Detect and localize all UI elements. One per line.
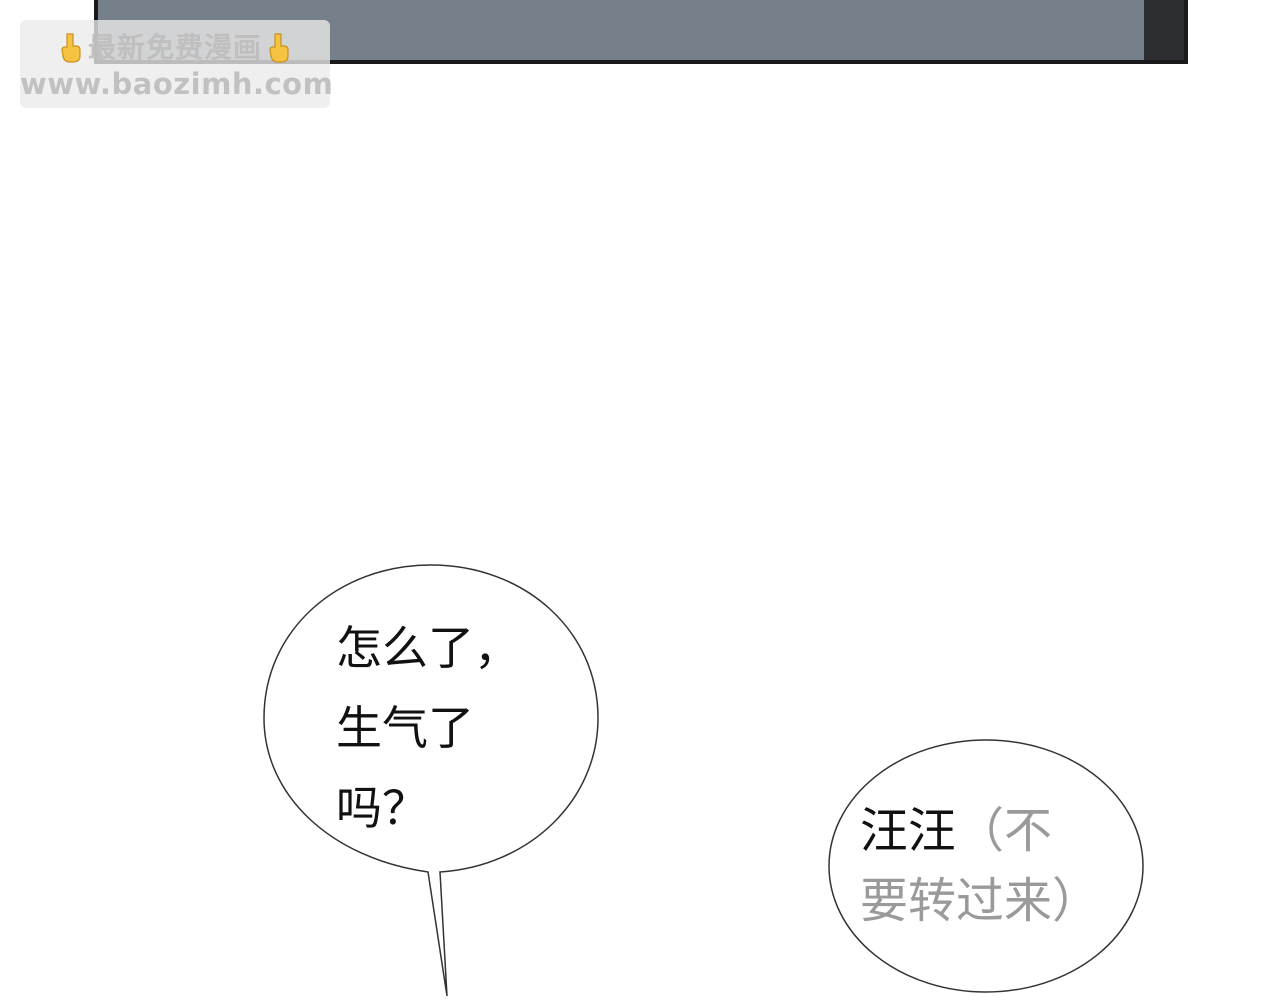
bubble-right-line-1: 汪汪（不 bbox=[860, 796, 1130, 866]
watermark-badge: 最新免费漫画 www.baozimh.com bbox=[20, 20, 334, 108]
speech-bubble-right-text: 汪汪（不 要转过来） bbox=[860, 796, 1130, 936]
bubble-right-speech: 汪汪 bbox=[860, 803, 957, 859]
bubble-left-line-1: 怎么了， bbox=[336, 621, 520, 675]
bubble-right-aside-2: 要转过来） bbox=[860, 873, 1101, 929]
bubble-right-aside-1: （不 bbox=[956, 803, 1053, 859]
watermark-title: 最新免费漫画 bbox=[87, 31, 262, 64]
watermark-url: www.baozimh.com bbox=[20, 67, 334, 101]
speech-bubble-left-text: 怎么了， 生气了 吗？ bbox=[336, 608, 556, 848]
pointing-down-hand-icon bbox=[58, 32, 84, 64]
bubble-left-line-2: 生气了 bbox=[336, 701, 474, 755]
top-panel-shadow bbox=[1144, 0, 1184, 60]
pointing-down-hand-icon bbox=[266, 32, 292, 64]
watermark-title-row: 最新免费漫画 bbox=[20, 30, 330, 66]
bubble-left-line-3: 吗？ bbox=[336, 781, 428, 835]
